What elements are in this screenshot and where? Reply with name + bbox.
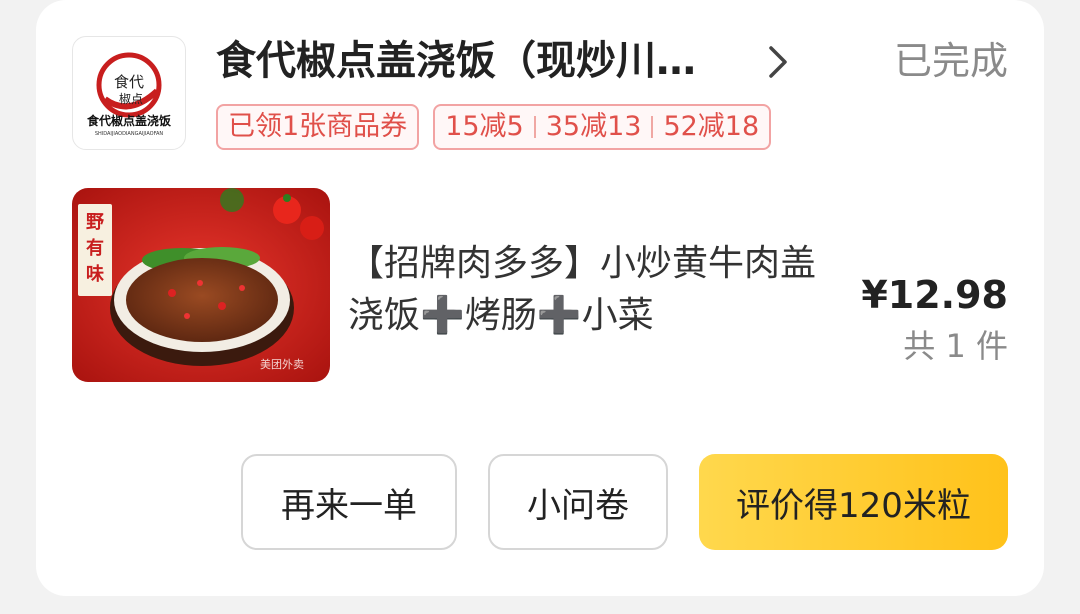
- svg-text:食代: 食代: [114, 73, 144, 91]
- reorder-button[interactable]: 再来一单: [241, 454, 457, 550]
- store-logo-icon: 食代 椒点 食代椒点盖浇饭 SHIDAIJIAODIANGAIJIAOFAN: [86, 52, 171, 137]
- store-name[interactable]: 食代椒点盖浇饭（现炒川…: [216, 36, 736, 86]
- image-badge-char: 野: [86, 212, 104, 233]
- discount-item: 52减18: [663, 111, 760, 142]
- survey-button[interactable]: 小问卷: [488, 454, 668, 550]
- item-quantity: 共 1 件: [903, 327, 1008, 365]
- discount-tag[interactable]: 15减5 35减13 52减18: [433, 104, 772, 150]
- svg-text:椒点: 椒点: [119, 92, 143, 106]
- discount-item: 35减13: [545, 111, 642, 142]
- product-title[interactable]: 【招牌肉多多】小炒黄牛肉盖浇饭➕烤肠➕小菜: [348, 238, 818, 342]
- product-image[interactable]: 野 有 味 美团外卖: [72, 188, 330, 382]
- divider: [651, 116, 654, 138]
- order-price: ¥12.98: [861, 273, 1008, 317]
- svg-text:美团外卖: 美团外卖: [260, 358, 304, 371]
- received-coupon-tag[interactable]: 已领1张商品券: [216, 104, 420, 150]
- svg-text:有: 有: [86, 237, 104, 259]
- svg-text:SHIDAIJIAODIANGAIJIAOFAN: SHIDAIJIAODIANGAIJIAOFAN: [95, 131, 164, 137]
- svg-text:食代椒点盖浇饭: 食代椒点盖浇饭: [86, 113, 171, 128]
- discount-item: 15减5: [445, 111, 524, 142]
- review-button[interactable]: 评价得120米粒: [699, 454, 1008, 550]
- chevron-right-icon[interactable]: [758, 40, 798, 84]
- order-status: 已完成: [893, 39, 1008, 83]
- coupon-tags: 已领1张商品券 15减5 35减13 52减18: [216, 104, 772, 150]
- store-logo[interactable]: 食代 椒点 食代椒点盖浇饭 SHIDAIJIAODIANGAIJIAOFAN: [72, 36, 186, 150]
- divider: [533, 116, 536, 138]
- order-card[interactable]: 食代 椒点 食代椒点盖浇饭 SHIDAIJIAODIANGAIJIAOFAN 食…: [36, 0, 1044, 596]
- svg-text:味: 味: [86, 264, 104, 285]
